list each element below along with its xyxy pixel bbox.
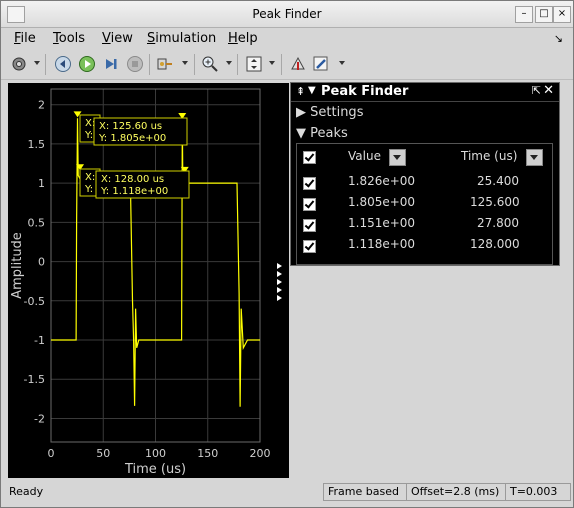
column-value[interactable]: Value [348,149,381,163]
zoom-in-icon[interactable] [200,54,220,74]
row-checkbox[interactable] [303,198,316,211]
peaks-section[interactable]: ▼ Peaks [296,126,348,141]
maximize-button[interactable]: □ [535,6,553,23]
x-tick-label: 0 [48,447,55,460]
collapse-panel-icon[interactable]: ▼ [308,85,316,96]
peak-value: 1.805e+00 [348,195,416,209]
peak-time: 27.800 [477,216,519,230]
toolbar-separator [194,54,195,75]
window-title: Peak Finder [252,7,322,21]
callout-x-text: X: 125.60 us [99,121,162,132]
y-tick-label: 2 [38,99,45,112]
autoscale-icon[interactable] [244,54,264,74]
x-tick-label: 100 [145,447,166,460]
y-tick-label: -1 [34,334,45,347]
edit-icon[interactable] [311,54,331,74]
row-checkbox[interactable] [303,240,316,253]
row-checkbox[interactable] [303,219,316,232]
row-checkbox[interactable] [303,177,316,190]
peak-finder-panel: ⇞ ▼ Peak Finder ⇱ ✕ ▶ Settings ▼ Peaks V… [290,82,560,266]
value-sort-icon[interactable] [389,149,406,166]
y-tick-label: -2 [34,412,45,425]
panel-header: ⇞ ▼ Peak Finder ⇱ ✕ [291,83,559,102]
pin-icon[interactable]: ⇞ [296,85,305,98]
status-offset: Offset=2.8 (ms) [406,483,506,501]
y-tick-label: 1.5 [28,138,46,151]
edit-dropdown-icon[interactable] [339,61,345,65]
y-tick-label: 0 [38,256,45,269]
peaks-label: Peaks [310,126,348,141]
autoscale-dropdown-icon[interactable] [269,61,275,65]
toolbar-separator [281,54,282,75]
peak-value: 1.826e+00 [348,174,416,188]
dock-arrow-icon[interactable]: ↘ [554,32,563,45]
expand-settings-icon[interactable]: ▶ [296,105,310,120]
y-tick-label: 0.5 [28,216,46,229]
y-axis-label: Amplitude [10,232,25,299]
step-back-icon[interactable] [53,54,73,74]
x-tick-label: 50 [96,447,110,460]
status-bar: Ready Frame based Offset=2.8 (ms) T=0.00… [1,482,573,504]
callout-stub-y: Y: [84,184,93,195]
peak-time: 128.000 [470,237,520,251]
menu-simulation[interactable]: Simulation [147,31,216,46]
expand-panel-arrows[interactable] [277,263,285,303]
peak-value: 1.151e+00 [348,216,416,230]
peak-time: 125.600 [470,195,520,209]
status-time: T=0.003 [505,483,571,501]
column-time[interactable]: Time (us) [461,149,517,163]
title-bar: Peak Finder – □ × [1,1,573,28]
close-panel-icon[interactable]: ✕ [543,83,554,98]
peaks-table: Value Time (us) 1.826e+00 25.400 1.805e+… [296,143,553,265]
y-tick-label: 1 [38,177,45,190]
run-icon[interactable] [77,54,97,74]
settings-label: Settings [310,105,364,120]
probe-dropdown-icon[interactable] [182,61,188,65]
callout-y-text: Y: 1.118e+00 [100,186,168,197]
gear-icon[interactable] [9,54,29,74]
time-sort-icon[interactable] [526,149,543,166]
settings-section[interactable]: ▶ Settings [296,105,363,120]
menu-help[interactable]: Help [228,31,258,46]
menu-file[interactable]: File [14,31,36,46]
main-window: Peak Finder – □ × File Tools View Simula… [0,0,574,508]
peak-time: 25.400 [477,174,519,188]
toolbar-separator [45,54,46,75]
x-axis-label: Time (us) [124,462,186,477]
toolbar-separator [237,54,238,75]
status-ready: Ready [9,485,44,498]
peak-value: 1.118e+00 [348,237,416,251]
zoom-dropdown-icon[interactable] [226,61,232,65]
minimize-button[interactable]: – [515,6,533,23]
undock-icon[interactable]: ⇱ [532,84,541,97]
select-all-checkbox[interactable] [303,151,316,164]
signal-plot[interactable]: 2 1.5 1 0.5 0 -0.5 -1 -1.5 -2 0 50 100 150 200 Time (u… [8,83,289,478]
callout-stub-y: Y: [84,130,93,141]
menu-tools[interactable]: Tools [53,31,85,46]
step-forward-icon[interactable] [101,54,121,74]
scope-display[interactable]: 2 1.5 1 0.5 0 -0.5 -1 -1.5 -2 0 50 100 150 200 Time (u… [8,83,289,478]
callout-x-text: X: 128.00 us [101,174,164,185]
callout-y-text: Y: 1.805e+00 [98,133,166,144]
gear-dropdown-icon[interactable] [34,61,40,65]
y-tick-label: -1.5 [24,373,45,386]
collapse-peaks-icon[interactable]: ▼ [296,126,310,141]
panel-title: Peak Finder [321,84,409,99]
callout-stub-x: X: [85,172,95,183]
status-mode: Frame based [323,483,407,501]
menu-view[interactable]: View [102,31,133,46]
toolbar-separator [149,54,150,75]
y-tick-label: -0.5 [24,295,45,308]
highlight-icon[interactable] [288,54,308,74]
stop-icon[interactable] [125,54,145,74]
toolbar [1,51,573,80]
close-window-button[interactable]: × [553,6,571,23]
x-tick-label: 200 [250,447,271,460]
insert-probe-icon[interactable] [155,54,175,74]
menu-bar: File Tools View Simulation Help ↘ [1,28,573,50]
x-tick-label: 150 [197,447,218,460]
